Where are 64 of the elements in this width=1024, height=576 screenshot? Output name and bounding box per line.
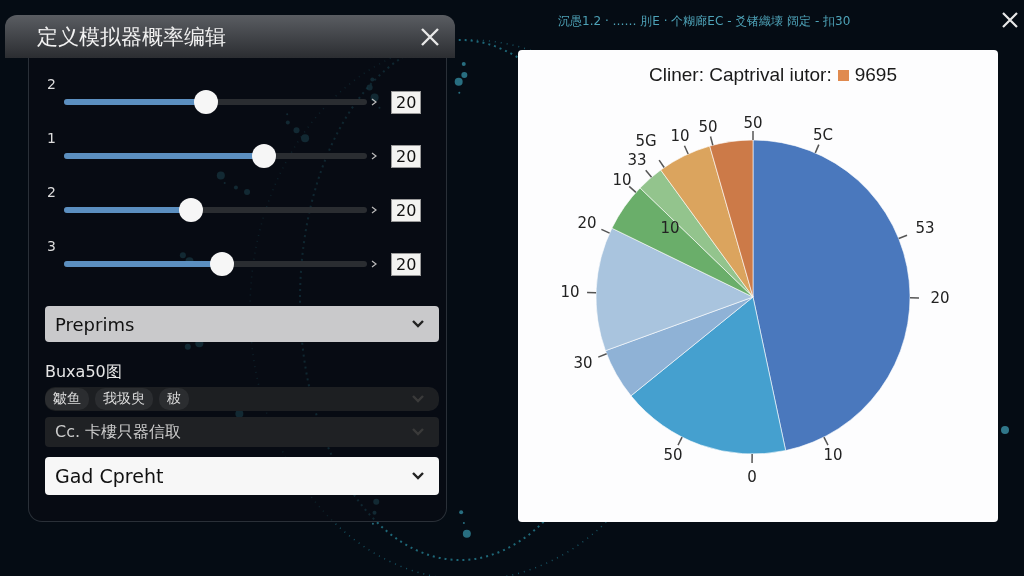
dial-label: 10: [660, 219, 680, 237]
slider-thumb[interactable]: [179, 198, 204, 222]
header-text: 沉愚1.2 · …… 刖E · 个糊廊EC - 爻锗織壊 阔定 - 扣30: [558, 12, 851, 30]
chevron-icon: [411, 319, 425, 329]
tick-mark: [751, 453, 753, 464]
dial-label: 10: [823, 446, 843, 464]
value-box[interactable]: 20: [391, 252, 422, 276]
legend-label: 9695: [854, 64, 897, 86]
dial-label: 20: [930, 289, 950, 307]
slider-label: 1: [47, 130, 57, 146]
slider-track[interactable]: [64, 99, 367, 105]
close-button[interactable]: [1000, 10, 1020, 30]
slider-label: 2: [47, 184, 57, 200]
value-box[interactable]: 20: [391, 198, 422, 222]
chevron-icon: [411, 471, 425, 481]
tick-mark: [823, 436, 829, 446]
tag-chip[interactable]: 我圾臾: [95, 388, 153, 410]
dial-label: 5C: [813, 126, 833, 144]
slider-thumb[interactable]: [209, 252, 234, 276]
close-button[interactable]: [419, 25, 441, 48]
dial-label: 50: [743, 114, 763, 132]
dial-label: 5G: [635, 132, 657, 150]
source-dropdown[interactable]: Cc. 卡樓只器信取: [45, 417, 439, 447]
slider-thumb[interactable]: [251, 144, 276, 168]
tag-chip[interactable]: 皺鱼: [45, 388, 89, 410]
chevron-icon: [411, 394, 425, 404]
dial-label: 50: [698, 118, 718, 136]
close-icon: [419, 25, 441, 48]
dial-label: 20: [577, 214, 597, 232]
tick-mark: [597, 353, 608, 358]
dial-label: 53: [915, 219, 935, 237]
value-box[interactable]: 20: [391, 144, 422, 168]
dial-label: 10: [612, 171, 632, 189]
tick-mark: [709, 135, 714, 146]
dial-label: 10: [560, 283, 580, 301]
chevron-icon: [411, 427, 425, 437]
mode-dropdown[interactable]: Gad Cpreht: [45, 457, 439, 495]
slider-track[interactable]: [64, 153, 367, 159]
slider-label: 3: [47, 238, 57, 254]
tick-mark: [600, 228, 611, 234]
dial-label: 30: [573, 354, 593, 372]
tick-mark: [752, 130, 754, 141]
tick-mark: [909, 297, 920, 299]
dial-label: 33: [627, 151, 647, 169]
tag-dropdown[interactable]: 皺鱼 我圾臾 秛: [45, 387, 439, 411]
tick-mark: [677, 436, 683, 446]
slider-track[interactable]: [64, 207, 367, 213]
dialog-title: 定义模拟器概率编辑: [37, 23, 226, 51]
close-icon: [1000, 10, 1020, 30]
dial-label: 0: [747, 468, 757, 486]
slider-thumb[interactable]: [194, 90, 219, 114]
slider-label: 2: [47, 76, 57, 92]
tick-mark: [897, 234, 908, 240]
dial-label: 10: [670, 127, 690, 145]
dial-label: 50: [663, 446, 683, 464]
tick-mark: [586, 291, 597, 294]
tick-mark: [814, 143, 820, 154]
slider-track[interactable]: [64, 261, 367, 267]
preset-dropdown[interactable]: Preprims: [45, 306, 439, 342]
tag-chip[interactable]: 秛: [159, 388, 189, 410]
section-label: Buxa50图: [45, 362, 123, 383]
chart-title: Cliner: Captrival iutor:: [649, 64, 832, 86]
value-box[interactable]: 20: [391, 90, 422, 114]
tick-mark: [683, 145, 689, 155]
